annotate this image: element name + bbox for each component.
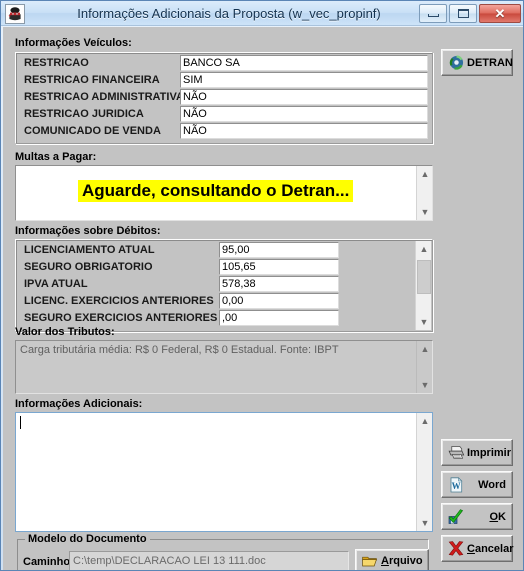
path-field[interactable]: C:\temp\DECLARACAO LEI 13 111.doc: [69, 551, 349, 570]
debits-row-value[interactable]: 105,65: [219, 259, 339, 275]
table-row: LICENC. EXERCICIOS ANTERIORES 0,00: [16, 293, 432, 310]
scroll-down-icon[interactable]: ▼: [417, 377, 432, 393]
globe-recycle-icon: [445, 54, 467, 72]
printer-icon: [445, 444, 467, 462]
imprimir-button-label: Imprimir: [467, 446, 512, 459]
additional-section-label: Informações Adicionais:: [15, 398, 143, 410]
table-row: LICENCIAMENTO ATUAL 95,00: [16, 242, 432, 259]
svg-text:W: W: [451, 481, 460, 491]
table-row: RESTRICAO ADMINISTRATIVA NÃO: [16, 89, 432, 106]
debits-row-label: LICENC. EXERCICIOS ANTERIORES: [24, 295, 214, 307]
taxes-section-label: Valor dos Tributos:: [15, 326, 115, 338]
debits-row-value[interactable]: 578,38: [219, 276, 339, 292]
word-button[interactable]: W Word: [441, 471, 513, 498]
scroll-down-icon[interactable]: ▼: [417, 515, 432, 531]
text-caret: [20, 416, 21, 429]
detran-button[interactable]: DETRAN: [441, 49, 513, 76]
vehicle-row-label: RESTRICAO ADMINISTRATIVA: [24, 91, 184, 103]
dialog-client-area: Informações Veículos: RESTRICAO BANCO SA…: [3, 27, 523, 570]
scroll-up-icon[interactable]: ▲: [417, 413, 432, 429]
vehicle-row-value[interactable]: SIM: [180, 72, 428, 88]
scroll-thumb[interactable]: [417, 260, 431, 294]
table-row: RESTRICAO FINANCEIRA SIM: [16, 72, 432, 89]
scroll-down-icon[interactable]: ▼: [417, 204, 432, 220]
detran-button-label: DETRAN: [467, 56, 513, 69]
cancelar-button-label: Cancelar: [467, 542, 514, 555]
arquivo-button[interactable]: Arquivo: [355, 549, 429, 570]
fines-textbox[interactable]: Aguarde, consultando o Detran... ▲ ▼: [15, 165, 433, 221]
path-label: Caminho:: [23, 556, 74, 568]
close-icon: ✕: [494, 6, 506, 21]
vehicle-row-value[interactable]: NÃO: [180, 89, 428, 105]
scroll-up-icon[interactable]: ▲: [417, 341, 432, 357]
debits-section-label: Informações sobre Débitos:: [15, 225, 161, 237]
close-button[interactable]: ✕: [479, 4, 521, 23]
word-button-label: Word: [478, 478, 506, 491]
debits-row-value[interactable]: 95,00: [219, 242, 339, 258]
fines-wait-message: Aguarde, consultando o Detran...: [78, 180, 354, 202]
dialog-window: Informações Adicionais da Proposta (w_ve…: [0, 0, 524, 571]
debits-row-label: SEGURO EXERCICIOS ANTERIORES: [24, 312, 218, 324]
ninja-app-icon: [5, 4, 25, 24]
scroll-up-icon[interactable]: ▲: [417, 166, 432, 182]
table-row: COMUNICADO DE VENDA NÃO: [16, 123, 432, 140]
arquivo-button-label: Arquivo: [381, 555, 423, 567]
vehicle-panel: RESTRICAO BANCO SA RESTRICAO FINANCEIRA …: [15, 52, 433, 144]
green-check-icon: [445, 508, 467, 526]
additional-scrollbar[interactable]: ▲ ▼: [416, 413, 432, 531]
scroll-down-icon[interactable]: ▼: [416, 314, 432, 330]
taxes-text: Carga tributária média: R$ 0 Federal, R$…: [20, 344, 339, 356]
vehicle-row-value[interactable]: BANCO SA: [180, 55, 428, 71]
imprimir-button[interactable]: Imprimir: [441, 439, 513, 466]
table-row: RESTRICAO JURIDICA NÃO: [16, 106, 432, 123]
debits-row-value[interactable]: 0,00: [219, 293, 339, 309]
taxes-scrollbar[interactable]: ▲ ▼: [416, 341, 432, 393]
fines-scrollbar[interactable]: ▲ ▼: [416, 166, 432, 220]
debits-row-value[interactable]: ,00: [219, 310, 339, 326]
red-x-icon: [445, 540, 467, 558]
maximize-icon: [457, 9, 469, 18]
vehicle-row-label: RESTRICAO FINANCEIRA: [24, 74, 160, 86]
vehicle-row-label: COMUNICADO DE VENDA: [24, 125, 161, 137]
open-folder-icon: [359, 552, 381, 570]
word-document-icon: W: [445, 476, 467, 494]
ok-button[interactable]: OK: [441, 503, 513, 530]
vehicle-section-label: Informações Veículos:: [15, 37, 132, 49]
debits-row-label: SEGURO OBRIGATORIO: [24, 261, 153, 273]
table-row: IPVA ATUAL 578,38: [16, 276, 432, 293]
table-row: SEGURO OBRIGATORIO 105,65: [16, 259, 432, 276]
vehicle-row-label: RESTRICAO: [24, 57, 89, 69]
window-controls: ✕: [419, 4, 521, 23]
table-row: SEGURO EXERCICIOS ANTERIORES ,00: [16, 310, 432, 327]
document-model-title: Modelo do Documento: [25, 533, 150, 545]
maximize-button[interactable]: [449, 4, 477, 23]
fines-section-label: Multas a Pagar:: [15, 151, 97, 163]
ok-button-label: OK: [489, 510, 506, 523]
title-bar: Informações Adicionais da Proposta (w_ve…: [1, 1, 523, 26]
debits-scrollbar[interactable]: ▲ ▼: [415, 241, 431, 330]
minimize-icon: [427, 14, 439, 17]
window-title: Informações Adicionais da Proposta (w_ve…: [77, 6, 381, 21]
path-value: C:\temp\DECLARACAO LEI 13 111.doc: [73, 555, 266, 567]
minimize-button[interactable]: [419, 4, 447, 23]
debits-panel: LICENCIAMENTO ATUAL 95,00 SEGURO OBRIGAT…: [15, 239, 433, 332]
table-row: RESTRICAO BANCO SA: [16, 55, 432, 72]
scroll-up-icon[interactable]: ▲: [416, 241, 432, 257]
taxes-textbox: Carga tributária média: R$ 0 Federal, R$…: [15, 340, 433, 394]
additional-info-textarea[interactable]: ▲ ▼: [15, 412, 433, 532]
debits-row-label: IPVA ATUAL: [24, 278, 88, 290]
vehicle-row-value[interactable]: NÃO: [180, 106, 428, 122]
debits-row-label: LICENCIAMENTO ATUAL: [24, 244, 155, 256]
vehicle-row-value[interactable]: NÃO: [180, 123, 428, 139]
vehicle-row-label: RESTRICAO JURIDICA: [24, 108, 144, 120]
cancelar-button[interactable]: Cancelar: [441, 535, 513, 562]
